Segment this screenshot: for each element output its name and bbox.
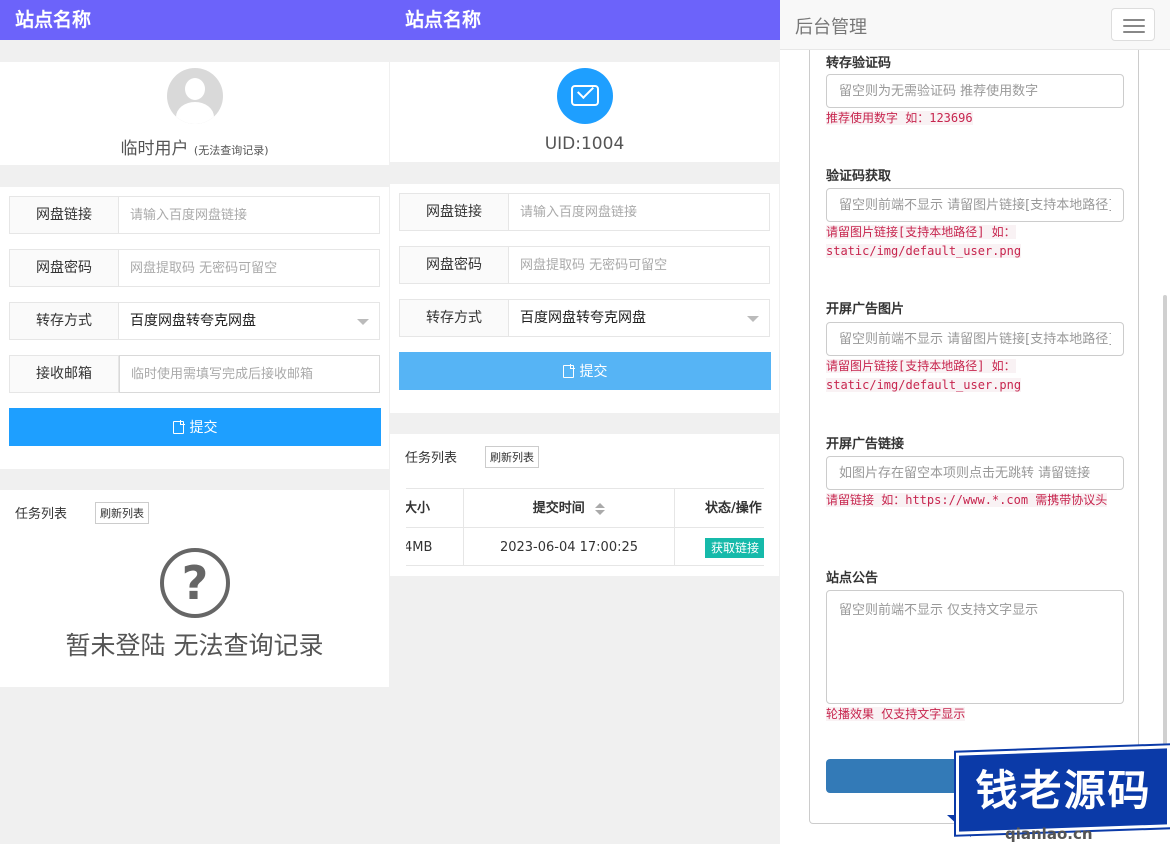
announcement-help: 轮播效果 仅支持文字显示: [826, 707, 966, 721]
splash-link-help: 请留链接 如：https://www.*.com 需携带协议头: [826, 493, 1108, 507]
row-size: 4MB: [406, 528, 464, 565]
col-time-label: 提交时间: [532, 501, 585, 516]
user-note: (无法查询记录): [193, 144, 269, 157]
email-input[interactable]: [119, 355, 380, 393]
site-title: 站点名称: [390, 0, 780, 40]
user-head-icon: [184, 78, 205, 100]
password-label: 网盘密码: [10, 250, 119, 286]
task-list-card: 任务列表 刷新列表 ? 暂未登陆 无法查询记录: [0, 490, 389, 687]
table-header-row: 大小 提交时间 状态/操作: [406, 489, 764, 528]
captcha-input[interactable]: [826, 74, 1124, 108]
row-time: 2023-06-04 17:00:25: [464, 528, 675, 565]
admin-navbar: 后台管理: [780, 0, 1170, 50]
task-list-card: 任务列表 刷新列表 大小 提交时间 状态/操作 4MB 2023-06-04 1…: [390, 434, 779, 576]
captcha-source-input[interactable]: [826, 188, 1124, 222]
mobile-view-user: 站点名称 UID:1004 网盘链接 网盘密码 转存方式 百度网盘转夸克网盘: [390, 0, 780, 844]
submit-label: 提交: [189, 419, 218, 435]
email-field: 接收邮箱: [9, 355, 380, 393]
mode-label: 转存方式: [400, 300, 509, 336]
password-field: 网盘密码: [9, 249, 380, 287]
avatar: [556, 68, 613, 124]
mode-select[interactable]: 百度网盘转夸克网盘: [119, 303, 379, 339]
mode-field: 转存方式 百度网盘转夸克网盘: [399, 299, 770, 337]
admin-panel: 后台管理 转存验证码 推荐使用数字 如：123696 验证码获取 请留图片链接[…: [780, 0, 1170, 844]
empty-message: 暂未登陆 无法查询记录: [65, 631, 324, 660]
caret-down-icon: [747, 316, 759, 322]
user-body-icon: [175, 102, 214, 124]
caret-down-icon: [357, 319, 369, 325]
splash-image-input[interactable]: [826, 322, 1124, 356]
mode-value: 百度网盘转夸克网盘: [130, 313, 256, 329]
field-label-captcha: 转存验证码: [826, 56, 892, 71]
file-icon: [172, 419, 185, 434]
avatar: [166, 68, 223, 124]
link-field: 网盘链接: [399, 193, 770, 231]
announcement-textarea[interactable]: [826, 590, 1124, 704]
user-name: 临时用户 (无法查询记录): [0, 134, 389, 159]
link-label: 网盘链接: [10, 197, 119, 233]
password-field: 网盘密码: [399, 246, 770, 284]
mode-select[interactable]: 百度网盘转夸克网盘: [509, 300, 769, 336]
task-table: 大小 提交时间 状态/操作 4MB 2023-06-04 17:00:25 获取…: [406, 488, 764, 566]
splash-link-input[interactable]: [826, 456, 1124, 490]
watermark-text: 钱老源码: [975, 766, 1152, 815]
link-input[interactable]: [119, 197, 379, 233]
user-card: 临时用户 (无法查询记录): [0, 62, 389, 165]
email-label: 接收邮箱: [10, 356, 119, 392]
field-label-splash-image: 开屏广告图片: [826, 302, 905, 317]
user-name-text: 临时用户: [120, 139, 189, 159]
mode-label: 转存方式: [10, 303, 119, 339]
hamburger-icon-bar: [1123, 25, 1145, 27]
captcha-help: 推荐使用数字 如：123696: [826, 111, 973, 125]
refresh-list-button[interactable]: 刷新列表: [95, 502, 149, 524]
password-input[interactable]: [119, 250, 379, 286]
mode-value: 百度网盘转夸克网盘: [520, 310, 646, 326]
password-label: 网盘密码: [400, 247, 509, 283]
site-title: 站点名称: [0, 0, 390, 40]
file-icon: [562, 363, 575, 378]
watermark-url: qianlao.cn: [1005, 825, 1093, 843]
task-list-title: 任务列表: [405, 451, 458, 466]
envelope-icon: [570, 85, 599, 106]
transfer-form: 网盘链接 网盘密码 转存方式 百度网盘转夸克网盘 接收邮箱 提交: [0, 187, 389, 469]
screenshot-root: 站点名称 临时用户 (无法查询记录) 网盘链接 网盘密码 转存方式: [0, 0, 1170, 844]
link-field: 网盘链接: [9, 196, 380, 234]
watermark-logo: 钱老源码 qianlao.cn: [947, 737, 1170, 844]
col-time[interactable]: 提交时间: [464, 489, 675, 527]
hamburger-icon: [1123, 19, 1145, 21]
col-status: 状态/操作: [705, 501, 762, 516]
refresh-list-button[interactable]: 刷新列表: [485, 446, 539, 468]
hamburger-icon-bar: [1123, 31, 1145, 33]
mode-field: 转存方式 百度网盘转夸克网盘: [9, 302, 380, 340]
field-label-announcement: 站点公告: [826, 571, 879, 586]
table-row: 4MB 2023-06-04 17:00:25 获取链接: [406, 528, 764, 565]
sort-icon[interactable]: [595, 502, 606, 515]
mobile-view-guest: 站点名称 临时用户 (无法查询记录) 网盘链接 网盘密码 转存方式: [0, 0, 390, 844]
user-card: UID:1004: [390, 62, 779, 162]
submit-button[interactable]: 提交: [9, 408, 381, 446]
row-action: 获取链接: [675, 528, 764, 565]
password-input[interactable]: [509, 247, 769, 283]
submit-label: 提交: [579, 363, 608, 379]
task-list-title: 任务列表: [15, 507, 68, 522]
transfer-form: 网盘链接 网盘密码 转存方式 百度网盘转夸克网盘 提交: [390, 184, 779, 413]
field-label-captcha-source: 验证码获取: [826, 169, 892, 184]
link-label: 网盘链接: [400, 194, 509, 230]
field-label-splash-link: 开屏广告链接: [826, 437, 905, 452]
question-mark-icon: ?: [160, 548, 230, 618]
user-id: UID:1004: [544, 134, 625, 154]
menu-toggle-button[interactable]: [1111, 8, 1155, 41]
submit-button[interactable]: 提交: [399, 352, 771, 390]
link-input[interactable]: [509, 194, 769, 230]
get-link-button[interactable]: 获取链接: [705, 538, 764, 558]
captcha-source-help: 请留图片链接[支持本地路径] 如：static/img/default_user…: [826, 225, 1022, 258]
admin-title: 后台管理: [795, 17, 867, 38]
col-size: 大小: [406, 489, 464, 527]
splash-image-help: 请留图片链接[支持本地路径] 如：static/img/default_user…: [826, 359, 1022, 392]
